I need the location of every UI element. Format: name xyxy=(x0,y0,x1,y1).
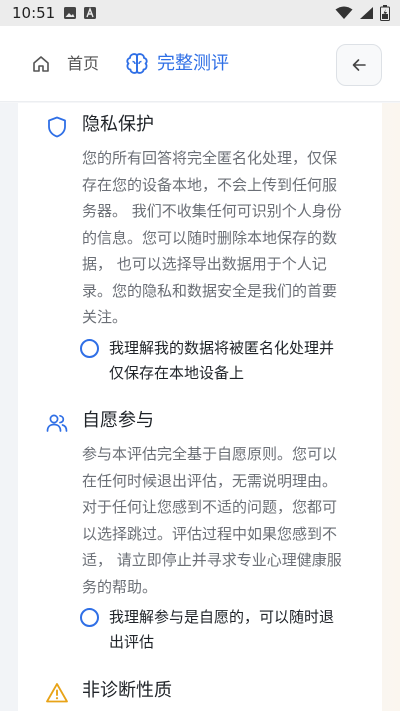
section-title: 隐私保护 xyxy=(82,114,154,135)
checkbox-label[interactable]: 我理解我的数据将被匿名化处理并 仅保存在本地设备上 xyxy=(109,336,351,386)
section-description: 参与本评估完全基于自愿原则。您可以 在任何时候退出评估，无需说明理由。 对于任何… xyxy=(82,445,342,596)
back-button[interactable] xyxy=(336,44,382,86)
top-nav-bar: 首页 完整测评 xyxy=(0,26,400,102)
arrow-left-icon xyxy=(352,59,366,71)
warning-icon xyxy=(46,683,68,703)
status-bar: 10:51 xyxy=(0,0,400,26)
shield-icon xyxy=(48,116,66,138)
section-description: 您的所有回答将完全匿名化处理，仅保 存在您的设备本地，不会上传到任何服 务器。 … xyxy=(82,149,342,326)
checkbox-circle[interactable] xyxy=(80,339,99,358)
breadcrumb-home[interactable]: 首页 xyxy=(67,54,99,74)
brain-icon xyxy=(126,53,148,74)
checkbox-label[interactable]: 我理解参与是自愿的，可以随时退 出评估 xyxy=(109,605,351,655)
section-title: 非诊断性质 xyxy=(82,680,172,701)
signal-icon xyxy=(360,7,373,19)
wifi-icon xyxy=(335,6,353,19)
content-scroll-area[interactable]: 隐私保护 您的所有回答将完全匿名化处理，仅保 存在您的设备本地，不会上传到任何服… xyxy=(0,103,400,711)
home-icon[interactable] xyxy=(31,54,51,74)
battery-icon xyxy=(380,5,390,21)
page-title: 完整测评 xyxy=(157,53,229,74)
a-notification-icon xyxy=(84,7,97,19)
section-title: 自愿参与 xyxy=(82,410,154,431)
users-icon xyxy=(46,414,68,432)
checkbox-circle[interactable] xyxy=(80,608,99,627)
status-time: 10:51 xyxy=(12,4,56,22)
image-icon xyxy=(64,7,77,19)
consent-card: 隐私保护 您的所有回答将完全匿名化处理，仅保 存在您的设备本地，不会上传到任何服… xyxy=(18,103,382,711)
